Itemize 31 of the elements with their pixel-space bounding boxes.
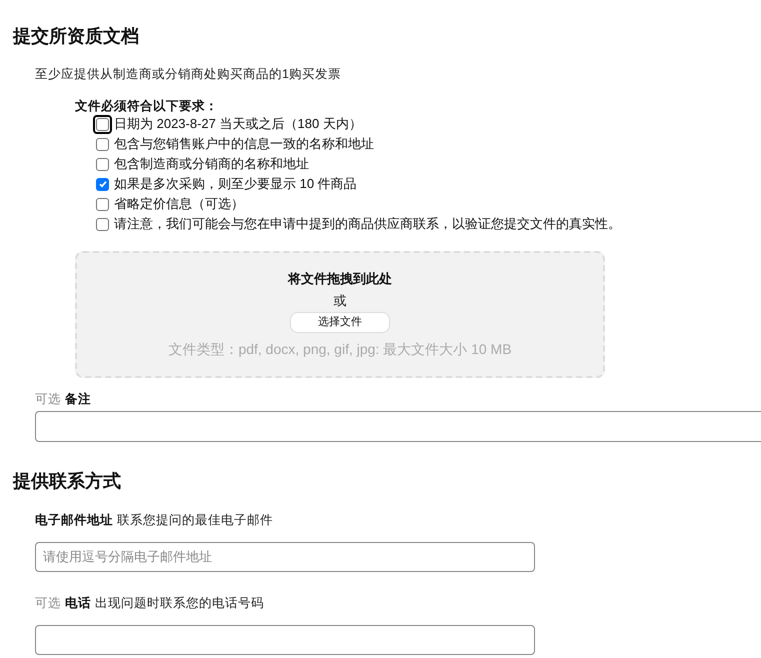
checkbox[interactable]	[96, 118, 109, 130]
text-field[interactable]: 请使用逗号分隔电子邮件地址	[35, 542, 535, 572]
checkbox[interactable]	[96, 158, 109, 170]
checkbox[interactable]	[96, 218, 109, 230]
checkbox[interactable]	[96, 198, 109, 210]
file-type-hint: 文件类型：pdf, docx, png, gif, jpg: 最大文件大小 10 MB	[168, 340, 512, 359]
requirement-label: 如果是多次采购，则至少要显示 10 件商品	[114, 175, 357, 194]
requirement-label: 请注意，我们可能会与您在申请中提到的商品供应商联系，以验证您提交文件的真实性。	[114, 215, 621, 234]
intro-text: 至少应提供从制造商或分销商处购买商品的1购买发票	[35, 66, 342, 83]
requirement-label: 包含制造商或分销商的名称和地址	[114, 155, 309, 174]
text-field[interactable]	[35, 624, 535, 654]
field-description: 出现问题时联系您的电话号码	[95, 594, 264, 612]
checkbox[interactable]	[96, 138, 109, 150]
requirement-label: 包含与您销售账户中的信息一致的名称和地址	[114, 135, 374, 154]
requirements-title: 文件必须符合以下要求：	[75, 98, 219, 114]
optional-label: 可选	[35, 391, 61, 408]
field-label: 电话	[65, 594, 91, 612]
choose-file-button[interactable]: 选择文件	[290, 312, 390, 333]
requirement-label: 省略定价信息（可选）	[114, 195, 244, 214]
section-title: 提供联系方式	[13, 470, 121, 493]
field-label: 电子邮件地址	[35, 512, 113, 529]
field-description: 联系您提问的最佳电子邮件	[117, 512, 273, 529]
notes-field[interactable]	[35, 410, 761, 442]
optional-label: 可选	[35, 594, 61, 612]
section-title: 提交所资质文档	[13, 25, 139, 48]
or-text: 或	[334, 292, 346, 310]
requirement-label: 日期为 2023-8-27 当天或之后（180 天内）	[114, 115, 362, 134]
field-label: 备注	[65, 391, 91, 408]
file-dropzone[interactable]: 将文件拖拽到此处 或 选择文件 文件类型：pdf, docx, png, gif, jpg: 最大文件大小 10 MB	[75, 251, 605, 378]
dropzone-title: 将文件拖拽到此处	[288, 270, 392, 288]
checkbox[interactable]	[96, 178, 109, 190]
